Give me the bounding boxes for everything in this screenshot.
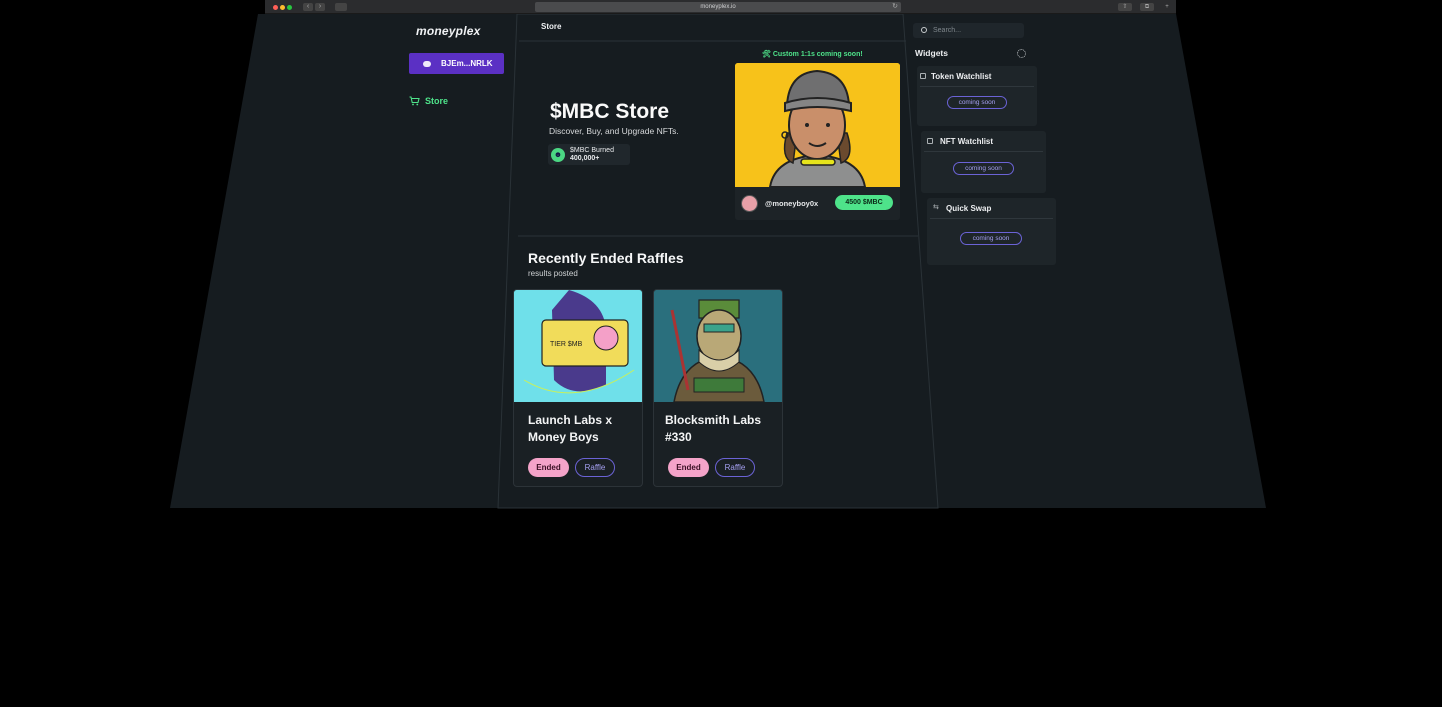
new-tab-icon[interactable]: + bbox=[1160, 3, 1174, 11]
sidebar-item-store[interactable]: Store bbox=[409, 96, 448, 106]
raffle-tag: Raffle bbox=[575, 458, 615, 477]
wallet-button[interactable]: BJEm...NRLK bbox=[409, 53, 504, 74]
burned-stat: ☻ $MBC Burned 400,000+ bbox=[548, 144, 630, 165]
featured-nft-card[interactable]: @moneyboy0x 4500 $MBC bbox=[735, 63, 900, 220]
address-bar[interactable]: moneyplex.io ↻ bbox=[535, 2, 901, 12]
coin-icon bbox=[920, 73, 926, 79]
raffle-name: Blocksmith Labs #330 bbox=[665, 413, 762, 444]
wallet-icon bbox=[423, 60, 431, 67]
blocksmith-artwork bbox=[654, 290, 782, 403]
store-subtitle: Discover, Buy, and Upgrade NFTs. bbox=[549, 126, 679, 136]
store-title: $MBC Store bbox=[550, 100, 670, 123]
close-window-icon[interactable] bbox=[273, 5, 278, 10]
widget-title: NFT Watchlist bbox=[940, 137, 994, 146]
raffle-card[interactable]: Blocksmith Labs #330 Ended Raffle bbox=[653, 289, 783, 487]
coming-soon-badge: coming soon bbox=[953, 162, 1014, 175]
widget-title: Token Watchlist bbox=[931, 72, 992, 81]
card-tier-text: TIER $MB bbox=[550, 341, 583, 348]
flame-token-icon: ☻ bbox=[551, 147, 565, 162]
app-logo[interactable]: moneyplex bbox=[416, 24, 481, 38]
raffle-name: Launch Labs x Money Boys bbox=[528, 413, 613, 444]
burned-value: 400,000+ bbox=[570, 154, 600, 162]
widgets-heading: Widgets bbox=[915, 48, 948, 58]
featured-nft-image bbox=[735, 63, 900, 188]
raffle-card[interactable]: TIER $MB Launch Labs x Money Boys Ended … bbox=[513, 289, 643, 487]
swap-icon: ⇆ bbox=[933, 204, 939, 211]
widget-quick-swap: ⇆ Quick Swap coming soon bbox=[927, 198, 1056, 265]
maximize-window-icon[interactable] bbox=[287, 5, 292, 10]
ended-badge: Ended bbox=[668, 458, 709, 477]
forward-arrow-icon[interactable]: › bbox=[315, 3, 325, 11]
widget-nft-watchlist: NFT Watchlist coming soon bbox=[921, 131, 1046, 193]
tabs-overview-icon[interactable]: ⧉ bbox=[1140, 3, 1154, 11]
reload-icon[interactable]: ↻ bbox=[892, 2, 898, 12]
screenshot-stage: ‹ › moneyplex.io ↻ ⇧ ⧉ + moneyplex BJEm.… bbox=[0, 0, 1442, 707]
sidebar-toggle-icon[interactable] bbox=[335, 3, 347, 11]
ended-badge: Ended bbox=[528, 458, 569, 477]
page-title: Store bbox=[541, 22, 562, 31]
search-icon bbox=[921, 27, 927, 33]
coming-soon-badge: coming soon bbox=[960, 232, 1022, 245]
search-input[interactable]: Search... bbox=[913, 23, 1024, 38]
raffle-tag: Raffle bbox=[715, 458, 755, 477]
price-badge[interactable]: 4500 $MBC bbox=[835, 195, 893, 210]
widget-title: Quick Swap bbox=[946, 204, 992, 213]
raffle-image: TIER $MB bbox=[514, 290, 642, 402]
gear-icon[interactable] bbox=[1017, 49, 1026, 58]
wallet-address: BJEm...NRLK bbox=[441, 59, 493, 68]
raffles-title: Recently Ended Raffles bbox=[528, 250, 684, 266]
back-arrow-icon[interactable]: ‹ bbox=[303, 3, 313, 11]
share-icon[interactable]: ⇧ bbox=[1118, 3, 1132, 11]
owner-avatar[interactable] bbox=[741, 195, 758, 212]
raffles-subtitle: results posted bbox=[528, 269, 578, 278]
custom-coming-soon-note: 🛠 Custom 1:1s coming soon! bbox=[762, 51, 863, 58]
nft-character-illustration bbox=[735, 63, 900, 188]
widget-token-watchlist: Token Watchlist coming soon bbox=[917, 66, 1037, 126]
minimize-window-icon[interactable] bbox=[280, 5, 285, 10]
launch-labs-artwork: TIER $MB bbox=[514, 290, 642, 402]
url-text: moneyplex.io bbox=[700, 4, 736, 10]
owner-handle[interactable]: @moneyboy0x bbox=[765, 199, 818, 208]
raffle-image bbox=[654, 290, 782, 403]
browser-toolbar: ‹ › moneyplex.io ↻ ⇧ ⧉ + bbox=[265, 0, 1176, 14]
burned-label: $MBC Burned bbox=[570, 146, 614, 154]
cart-icon bbox=[409, 96, 420, 106]
coming-soon-badge: coming soon bbox=[947, 96, 1007, 109]
image-icon bbox=[927, 138, 933, 144]
sidebar-item-label: Store bbox=[425, 96, 449, 106]
search-placeholder: Search... bbox=[933, 27, 962, 34]
